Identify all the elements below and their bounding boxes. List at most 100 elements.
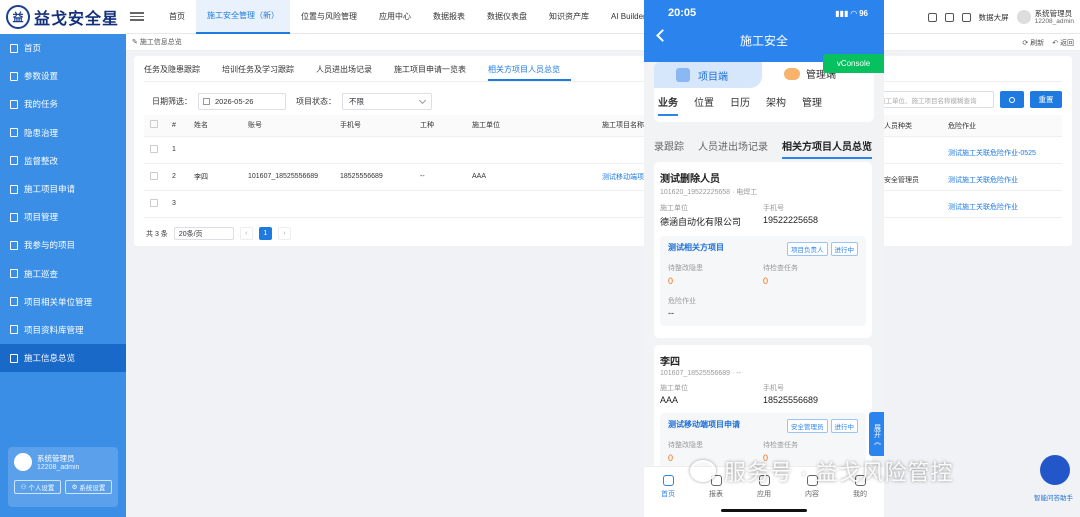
screen-icon[interactable] [961, 12, 971, 22]
sidebar-item-overview[interactable]: 施工信息总览 [0, 344, 126, 373]
tab-project-apply-list[interactable]: 施工项目申请一览表 [394, 64, 477, 81]
tab-entry-exit[interactable]: 人员进出场记录 [698, 138, 768, 159]
phone-title: 施工安全 [739, 34, 788, 48]
nav-location-risk[interactable]: 位置与风险管理 [290, 0, 368, 34]
checkbox[interactable] [150, 120, 158, 129]
person-sub: 101620_19522225658 · 电焊工 [660, 189, 758, 196]
col-unit: 施工单位 [466, 115, 596, 137]
tab-track[interactable]: 录跟踪 [654, 138, 684, 159]
tab-task-hazard[interactable]: 任务及隐患跟踪 [144, 64, 211, 81]
system-settings-label: 系统设置 [79, 485, 106, 492]
refresh-label: 刷新 [1030, 39, 1045, 47]
tab-related-personnel[interactable]: 相关方项目人员总览 [782, 138, 872, 159]
person-name: 李四 [660, 357, 680, 368]
sidebar-item-label: 我参与的项目 [24, 240, 76, 251]
back-button[interactable]: ↶ 返回 [1052, 38, 1074, 48]
cell-danger[interactable]: 测试施工关联危险作业 [948, 175, 1018, 185]
big-screen-link[interactable]: 数据大屏 [979, 12, 1009, 23]
top-user-name: 系统管理员 [1034, 9, 1073, 18]
user-name: 系统管理员 [37, 454, 75, 463]
project-end-tab[interactable]: 项目端 [654, 62, 762, 88]
date-picker[interactable]: 2026-05-26 [198, 93, 286, 110]
person-card[interactable]: 李四 101607_18525556689 · -- 施工单位 AAA 手机号 18… [654, 345, 872, 473]
status-value: 不限 [349, 97, 364, 106]
menu-toggle-icon[interactable] [130, 12, 144, 21]
project-icon [676, 68, 690, 82]
vconsole-button[interactable]: vConsole [823, 54, 884, 73]
sidebar: 益 益戈安全星 首页 参数设置 我的任务 隐患治理 监督整改 施工项目申请 项目… [0, 0, 126, 517]
subtab-manage[interactable]: 管理 [802, 94, 822, 116]
nav-dashboard[interactable]: 数据仪表盘 [476, 0, 538, 34]
page-size-select[interactable]: 20条/页 [173, 227, 234, 240]
sidebar-item-library[interactable]: 项目资料库管理 [0, 316, 126, 344]
sidebar-item-units[interactable]: 项目相关单位管理 [0, 288, 126, 316]
sidebar-item-my-tasks[interactable]: 我的任务 [0, 90, 126, 118]
select-all-cell[interactable] [144, 115, 166, 137]
tag-icon: ✎ [132, 39, 140, 46]
top-nav: 首页 施工安全管理（新） 位置与风险管理 应用中心 数据报表 数据仪表盘 知识资… [126, 0, 1080, 34]
nav-home[interactable]: 首页 [158, 0, 196, 34]
checkbox[interactable] [150, 198, 158, 207]
expand-button[interactable]: 展开《 [869, 412, 884, 456]
tab-training[interactable]: 培训任务及学习跟踪 [222, 64, 305, 81]
search-button[interactable] [1000, 91, 1024, 108]
battery-level: 96 [859, 8, 868, 18]
cell-unit: AAA [466, 163, 596, 191]
tab-entry-exit[interactable]: 人员进出场记录 [316, 64, 383, 81]
table-row[interactable]: 2 李四 101607_18525556689 18525556689 -- A… [144, 163, 1062, 191]
refresh-button[interactable]: ⟳ 刷新 [1022, 38, 1044, 48]
sidebar-item-supervise[interactable]: 监督整改 [0, 147, 126, 175]
back-label: 返回 [1060, 39, 1074, 47]
assistant-robot-icon[interactable] [1040, 455, 1070, 485]
subtab-calendar[interactable]: 日历 [730, 94, 750, 116]
search-input[interactable]: 施工单位、施工项目名称模糊查询 [874, 91, 994, 108]
reset-button[interactable]: 重置 [1030, 91, 1062, 108]
sidebar-item-patrol[interactable]: 施工巡查 [0, 260, 126, 288]
system-settings-button[interactable]: ⚙ 系统设置 [65, 480, 112, 494]
cell-phone [334, 136, 414, 164]
subtab-structure[interactable]: 架构 [766, 94, 786, 116]
sidebar-item-params[interactable]: 参数设置 [0, 62, 126, 90]
next-page-button[interactable]: › [277, 227, 291, 240]
task-label: 待检查任务 [763, 442, 798, 449]
breadcrumb-label[interactable]: 施工信息总览 [140, 37, 182, 47]
subtab-business[interactable]: 业务 [658, 94, 678, 116]
nav-construction-safety[interactable]: 施工安全管理（新） [196, 0, 290, 34]
sidebar-item-project-apply[interactable]: 施工项目申请 [0, 175, 126, 203]
manage-icon [784, 67, 800, 80]
table-row[interactable]: 3 [144, 190, 1062, 218]
sidebar-item-label: 项目相关单位管理 [24, 296, 93, 307]
person-card[interactable]: 测试删除人员 101620_19522225658 · 电焊工 施工单位 德涵自动… [654, 162, 872, 338]
assistant-label[interactable]: 智能问答助手 [1034, 492, 1073, 502]
prev-page-button[interactable]: ‹ [239, 227, 253, 240]
subtab-location[interactable]: 位置 [694, 94, 714, 116]
qrcode-icon[interactable] [944, 12, 954, 22]
sidebar-item-label: 施工项目申请 [24, 184, 76, 195]
personal-settings-button[interactable]: ⚇ 个人设置 [14, 480, 61, 494]
tabbar-home[interactable]: 首页 [644, 467, 692, 517]
person-name: 测试删除人员 [660, 174, 720, 185]
checkbox[interactable] [150, 171, 158, 180]
tab-related-personnel[interactable]: 相关方项目人员总览 [488, 64, 571, 81]
checkbox[interactable] [150, 144, 158, 153]
cell-name [188, 136, 242, 164]
menu-icon [10, 353, 18, 363]
page-number[interactable]: 1 [258, 227, 272, 240]
nav-reports[interactable]: 数据报表 [422, 0, 476, 34]
cell-danger[interactable]: 测试施工关联危险作业 [948, 202, 1018, 212]
status-select[interactable]: 不限 [342, 93, 432, 110]
menu-icon [10, 128, 18, 138]
bell-icon[interactable] [927, 12, 937, 22]
top-user[interactable]: 系统管理员 12208_admin [1016, 9, 1074, 25]
sidebar-item-home[interactable]: 首页 [0, 34, 126, 62]
avatar [14, 453, 32, 471]
nav-knowledge[interactable]: 知识资产库 [538, 0, 600, 34]
nav-app-center[interactable]: 应用中心 [368, 0, 422, 34]
project-block[interactable]: 测试相关方项目 项目负责人 进行中 待整改隐患 0 待检查任务 0 危险作业 -- [660, 236, 866, 326]
sidebar-item-hazard[interactable]: 隐患治理 [0, 119, 126, 147]
cell-danger[interactable]: 测试施工关联危险作业-0525 [948, 148, 1036, 158]
sidebar-item-my-projects[interactable]: 我参与的项目 [0, 231, 126, 259]
table-row[interactable]: 1 [144, 136, 1062, 164]
date-value: 2026-05-26 [215, 97, 254, 106]
sidebar-item-project-manage[interactable]: 项目管理 [0, 203, 126, 231]
